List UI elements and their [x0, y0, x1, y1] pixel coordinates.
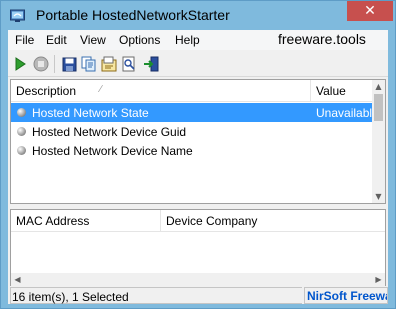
- menu-help[interactable]: Help: [175, 33, 200, 47]
- toolbar-separator: [54, 55, 55, 73]
- item-bullet-icon: [17, 146, 26, 155]
- copy-button[interactable]: [80, 55, 98, 73]
- vertical-scrollbar[interactable]: ▲ ▼: [372, 80, 385, 203]
- brand-label: freeware.tools: [278, 31, 366, 47]
- column-value[interactable]: Value: [311, 80, 373, 102]
- column-device-company[interactable]: Device Company: [161, 210, 385, 232]
- close-button[interactable]: ✕: [347, 1, 393, 21]
- start-icon: [15, 57, 26, 71]
- clients-header: MAC Address Device Company: [11, 210, 385, 232]
- menu-view[interactable]: View: [80, 33, 106, 47]
- clients-list[interactable]: MAC Address Device Company ◀ ▶: [10, 209, 386, 287]
- menu-edit[interactable]: Edit: [46, 33, 67, 47]
- save-icon: [62, 57, 76, 71]
- stop-button[interactable]: [32, 55, 50, 73]
- properties-button[interactable]: [100, 55, 118, 73]
- scroll-right-icon[interactable]: ▶: [372, 273, 385, 286]
- scroll-up-icon[interactable]: ▲: [372, 80, 385, 93]
- status-item-count: 16 item(s), 1 Selected: [10, 287, 302, 304]
- find-button[interactable]: [120, 55, 138, 73]
- scroll-left-icon[interactable]: ◀: [11, 273, 24, 286]
- menu-bar: File Edit View Options Help freeware.too…: [8, 30, 388, 50]
- list-header: Description ∕ Value: [11, 80, 373, 102]
- exit-icon: [144, 56, 159, 72]
- status-bar: 16 item(s), 1 Selected NirSoft Freeware: [8, 286, 388, 304]
- exit-button[interactable]: [142, 55, 160, 73]
- menu-file[interactable]: File: [15, 33, 34, 47]
- list-item[interactable]: Hosted Network Device Guid: [11, 122, 373, 141]
- scroll-thumb[interactable]: [374, 94, 383, 121]
- list-item[interactable]: Hosted Network State Unavailable: [11, 103, 373, 122]
- column-description[interactable]: Description: [11, 80, 311, 102]
- list-item[interactable]: Hosted Network Device Name: [11, 141, 373, 160]
- properties-list[interactable]: Description ∕ Value Hosted Network State…: [10, 79, 386, 204]
- title-bar[interactable]: Portable HostedNetworkStarter ✕: [1, 1, 395, 30]
- copy-icon: [81, 56, 96, 72]
- toolbar: [8, 51, 388, 77]
- scroll-down-icon[interactable]: ▼: [372, 190, 385, 203]
- find-icon: [122, 56, 135, 72]
- save-button[interactable]: [60, 55, 78, 73]
- start-button[interactable]: [11, 55, 29, 73]
- close-icon: ✕: [364, 3, 376, 19]
- properties-icon: [101, 56, 117, 72]
- horizontal-scrollbar[interactable]: ◀ ▶: [11, 273, 385, 286]
- menu-options[interactable]: Options: [119, 33, 160, 47]
- app-window: Portable HostedNetworkStarter ✕ File Edi…: [0, 0, 396, 309]
- item-bullet-icon: [17, 127, 26, 136]
- app-icon: [10, 9, 25, 22]
- sort-indicator-icon: ∕: [100, 84, 102, 95]
- column-mac-address[interactable]: MAC Address: [11, 210, 161, 232]
- client-area: File Edit View Options Help freeware.too…: [8, 30, 388, 304]
- nirsoft-link[interactable]: NirSoft Freeware: [304, 287, 388, 304]
- stop-icon: [33, 56, 49, 72]
- window-title: Portable HostedNetworkStarter: [36, 7, 230, 23]
- item-bullet-icon: [17, 108, 26, 117]
